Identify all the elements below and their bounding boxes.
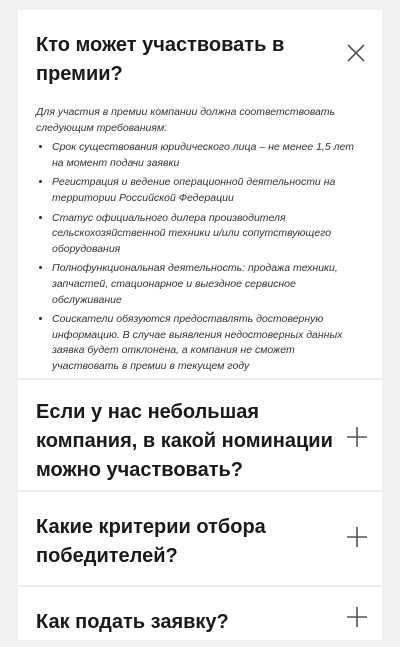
faq-question: Если у нас небольшая компания, в какой н… bbox=[36, 401, 333, 481]
plus-icon bbox=[346, 426, 368, 453]
requirement-item: Полнофункциональная деятельность: продаж… bbox=[52, 261, 356, 308]
expand-button[interactable] bbox=[346, 606, 368, 633]
close-icon bbox=[347, 43, 365, 67]
faq-accordion: Кто может участвовать в премии? Для учас… bbox=[18, 10, 382, 640]
expand-button[interactable] bbox=[346, 526, 368, 553]
expand-button[interactable] bbox=[346, 426, 368, 453]
faq-item-criteria[interactable]: Какие критерии отбора победителей? bbox=[18, 492, 382, 587]
answer-intro: Для участия в премии компании должна соо… bbox=[36, 106, 336, 134]
plus-icon bbox=[346, 606, 368, 633]
requirement-item: Соискатели обязуются предоставлять досто… bbox=[52, 312, 356, 374]
faq-item-eligibility: Кто может участвовать в премии? Для учас… bbox=[18, 10, 382, 380]
requirement-item: Регистрация и ведение операционной деяте… bbox=[52, 175, 356, 206]
faq-question: Как подать заявку? bbox=[36, 611, 229, 633]
requirement-item: Срок существования юридического лица – н… bbox=[52, 140, 356, 171]
faq-item-small-company[interactable]: Если у нас небольшая компания, в какой н… bbox=[18, 380, 382, 492]
requirement-item: Статус официального дилера производителя… bbox=[52, 211, 356, 258]
collapse-button[interactable] bbox=[345, 43, 367, 67]
faq-item-apply[interactable]: Как подать заявку? bbox=[18, 587, 382, 647]
faq-question[interactable]: Кто может участвовать в премии? bbox=[36, 31, 326, 89]
faq-answer: Для участия в премии компании должна соо… bbox=[36, 105, 356, 379]
plus-icon bbox=[346, 526, 368, 553]
faq-question: Какие критерии отбора победителей? bbox=[36, 516, 266, 567]
requirements-list: Срок существования юридического лица – н… bbox=[36, 140, 356, 374]
